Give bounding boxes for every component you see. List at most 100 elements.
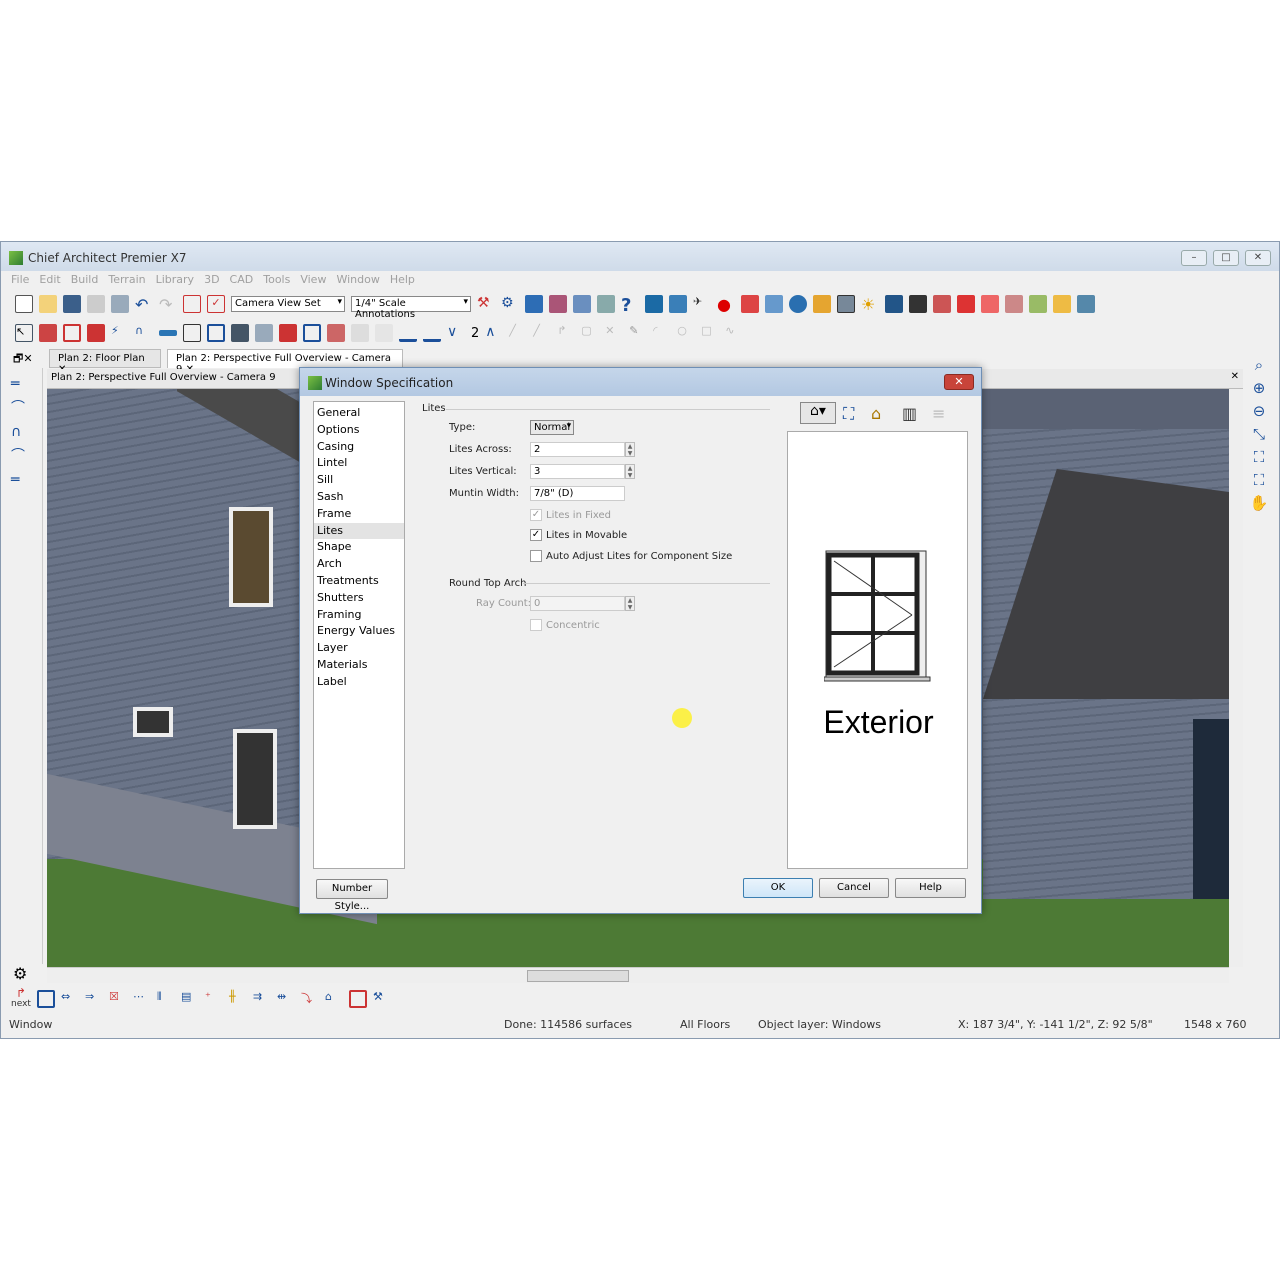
align-icon[interactable]: ⇉ (253, 990, 271, 1008)
menu-cad[interactable]: CAD (230, 273, 254, 286)
schedule-icon[interactable] (573, 295, 591, 313)
menu-edit[interactable]: Edit (39, 273, 60, 286)
break-wall-icon[interactable]: ⚡ (111, 324, 129, 342)
wall-tool-icon[interactable] (39, 324, 57, 342)
materials-list-icon[interactable] (597, 295, 615, 313)
help-button[interactable]: Help (895, 878, 966, 898)
restore-panel-icon[interactable]: 🗗✕ (13, 350, 33, 369)
beam-icon[interactable]: ═ (11, 468, 42, 492)
open-folder-icon[interactable] (39, 295, 57, 313)
text-tool-icon[interactable] (423, 324, 441, 342)
wall-icon[interactable]: ═ (11, 372, 42, 396)
fill-window-icon[interactable]: ⛶ (1241, 446, 1277, 469)
floor-up-icon[interactable]: ∧ (485, 324, 503, 342)
nav-item-materials[interactable]: Materials (314, 657, 404, 674)
tile-windows-icon[interactable] (1077, 295, 1095, 313)
house-edit-icon[interactable]: ⌂ (325, 990, 343, 1008)
minimize-button[interactable]: – (1181, 250, 1207, 266)
delete-icon[interactable]: ☒ (109, 990, 127, 1008)
lites-vertical-spinner[interactable]: ▲ ▼ (625, 464, 635, 479)
scroll-thumb[interactable] (527, 970, 629, 982)
x-icon[interactable]: ✕ (605, 324, 623, 342)
schedule-add-icon[interactable]: ▤ (181, 990, 199, 1008)
nav-item-lites[interactable]: Lites (314, 522, 404, 540)
pencil-icon[interactable]: ✎ (629, 324, 647, 342)
nav-item-casing[interactable]: Casing (314, 439, 404, 456)
library-icon[interactable] (549, 295, 567, 313)
cad-arrow-icon[interactable]: ↱ (557, 324, 575, 342)
render-icon[interactable] (741, 295, 759, 313)
redo-icon[interactable]: ↷ (159, 295, 177, 314)
nav-item-sill[interactable]: Sill (314, 472, 404, 489)
arch-window-icon[interactable]: ⌒ (11, 444, 42, 468)
eyedropper-icon[interactable] (909, 295, 927, 313)
menu-build[interactable]: Build (71, 273, 99, 286)
nav-item-shape[interactable]: Shape (314, 539, 404, 556)
lites-in-fixed-checkbox[interactable]: ✓ (530, 509, 542, 521)
menu-library[interactable]: Library (156, 273, 194, 286)
eraser-icon[interactable] (981, 295, 999, 313)
floor-down-icon[interactable]: ∨ (447, 324, 465, 342)
nav-item-options[interactable]: Options (314, 422, 404, 439)
save-icon[interactable] (63, 295, 81, 313)
line-icon[interactable]: ╱ (533, 324, 551, 342)
rotate-icon[interactable]: ⤵ (301, 990, 319, 1008)
spline-icon[interactable]: ∿ (725, 324, 743, 342)
house-icon[interactable] (813, 295, 831, 313)
cabinet-tool-icon[interactable] (183, 324, 201, 342)
muntin-width-input[interactable]: 7/8" (D) (530, 486, 625, 501)
circle-icon[interactable]: ○ (677, 324, 695, 342)
door-icon[interactable]: ∩ (11, 420, 42, 444)
menu-terrain[interactable]: Terrain (108, 273, 145, 286)
terrain-tool-icon[interactable] (399, 324, 417, 342)
display-mode-icon[interactable] (837, 295, 855, 313)
view-set-select[interactable]: Camera View Set (231, 296, 345, 312)
view-angle-icon[interactable]: ⌂▾ (800, 402, 836, 424)
nav-item-label[interactable]: Label (314, 674, 404, 691)
delete-surfaces-icon[interactable] (957, 295, 975, 313)
menu-help[interactable]: Help (390, 273, 415, 286)
ok-button[interactable]: OK (743, 878, 813, 898)
zoom-icon[interactable]: ⌕ (1241, 354, 1277, 377)
move-icon[interactable]: ⇔ (61, 990, 79, 1008)
point-icon[interactable]: ⁺ (205, 990, 223, 1008)
annotation-set-select[interactable]: 1/4" Scale Annotations (351, 296, 471, 320)
help-icon[interactable]: ? (621, 295, 639, 316)
menu-file[interactable]: File (11, 273, 29, 286)
defaults-icon[interactable]: ⚒ (373, 990, 391, 1008)
fill-window-preview-icon[interactable]: ⛶ (843, 404, 854, 424)
lites-in-movable-checkbox[interactable]: ✓ (530, 529, 542, 541)
nav-item-treatments[interactable]: Treatments (314, 573, 404, 590)
wrench-icon[interactable]: ⚒ (477, 295, 495, 313)
undo-zoom-icon[interactable]: ⤡ (1241, 423, 1277, 446)
lites-across-spinner[interactable]: ▲ ▼ (625, 442, 635, 457)
cross-section-icon[interactable] (765, 295, 783, 313)
sun-icon[interactable] (885, 295, 903, 313)
copy-icon[interactable]: ⇒ (85, 990, 103, 1008)
print-preview-icon[interactable] (111, 295, 129, 313)
plan-icon[interactable] (525, 295, 543, 313)
lites-across-input[interactable]: 2 (530, 442, 625, 457)
roof-icon[interactable] (279, 324, 297, 342)
cancel-button[interactable]: Cancel (819, 878, 889, 898)
undo-icon[interactable]: ↶ (135, 295, 153, 314)
nav-item-layer[interactable]: Layer (314, 640, 404, 657)
render-preview-icon[interactable]: ⌂ (871, 404, 881, 423)
multiple-copy-icon[interactable]: ⋯ (133, 990, 151, 1008)
zoom-out-icon[interactable]: ⊖ (1241, 400, 1277, 423)
door-arch-icon[interactable]: ∩ (135, 324, 153, 342)
nav-item-sash[interactable]: Sash (314, 489, 404, 506)
new-file-icon[interactable] (15, 295, 33, 313)
nav-item-energy-values[interactable]: Energy Values (314, 623, 404, 640)
lites-vertical-input[interactable]: 3 (530, 464, 625, 479)
menu-window[interactable]: Window (336, 273, 379, 286)
menu-view[interactable]: View (300, 273, 326, 286)
transform-icon[interactable]: ╫ (229, 990, 247, 1008)
zoom-in-icon[interactable]: ⊕ (1241, 377, 1277, 400)
arc-icon[interactable]: ◜ (653, 324, 671, 342)
distribute-icon[interactable]: ⫴ (157, 990, 175, 1008)
rectangle-icon[interactable]: □ (701, 324, 719, 342)
ray-count-spinner[interactable]: ▲ ▼ (625, 596, 635, 611)
framing-icon[interactable] (303, 324, 321, 342)
ray-count-input[interactable]: 0 (530, 596, 625, 611)
